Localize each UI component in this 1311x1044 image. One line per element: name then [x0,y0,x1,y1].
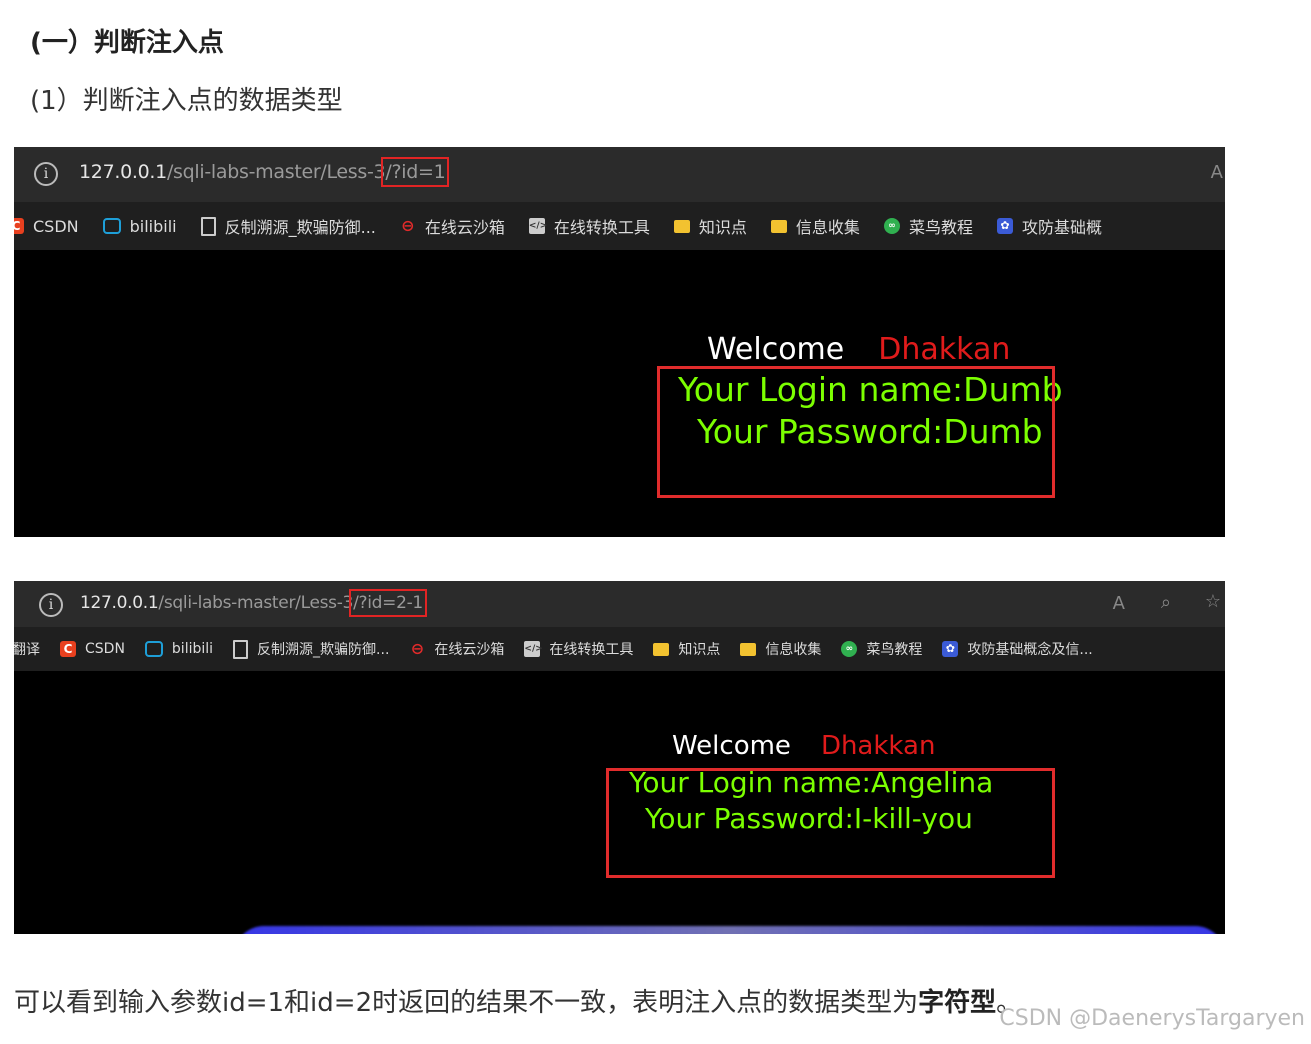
result-highlight-box [606,768,1055,878]
page-content: Welcome Dhakkan Your Login name:Angelina … [14,671,1225,934]
bookmark-label: 攻防基础概念及信... [967,642,1093,658]
bookmark-item[interactable]: C CSDN [60,641,125,657]
url-host: 127.0.0.1 [79,161,167,183]
bookmark-label: 菜鸟教程 [866,642,923,658]
info-icon[interactable]: i [34,162,58,186]
runoob-icon: ∞ [841,641,858,657]
url-query-highlight: /?id=2-1 [349,589,427,617]
bookmark-item[interactable]: bilibili [102,216,177,236]
url-path: /sqli-labs-master/Less-3 [166,161,386,183]
welcome-text: Welcome [707,332,845,367]
url-host: 127.0.0.1 [80,593,159,613]
document-icon [233,639,249,659]
bookmark-item[interactable]: 反制溯源_欺骗防御... [233,639,389,659]
bookmark-item[interactable]: ∞ 菜鸟教程 [841,639,922,659]
bookmark-item[interactable]: 信息收集 [740,639,821,659]
runoob-icon: ∞ [883,218,900,234]
decorative-banner [234,926,1225,934]
code-icon: </> [524,641,543,657]
bookmark-label: 知识点 [698,218,747,237]
user-name: Dhakkan [878,332,1011,367]
bookmark-item[interactable]: ⊖ 在线云沙箱 [400,214,505,238]
url-text[interactable]: 127.0.0.1/sqli-labs-master/Less-3/?id=1 [79,157,450,187]
bookmark-label: 反制溯源_欺骗防御... [257,642,390,658]
page-content: Welcome Dhakkan Your Login name:Dumb Your… [14,250,1225,537]
sandbox-icon: ⊖ [401,216,415,235]
code-icon: </> [528,218,547,234]
paw-icon: ✿ [996,218,1013,234]
paw-icon: ✿ [942,641,959,657]
subsection-heading: (1）判断注入点的数据类型 [30,86,343,116]
bilibili-icon [144,641,163,657]
csdn-icon: C [14,218,24,234]
bookmark-item[interactable]: ✿ 攻防基础概念及信... [942,639,1093,659]
bookmark-label: 攻防基础概 [1021,218,1102,237]
bookmarks-bar: 翻译 C CSDN bilibili 反制溯源_欺骗防御... ⊖ 在线云沙箱 </> 在线转换… [14,627,1225,671]
bookmark-label: 在线云沙箱 [424,218,505,237]
info-icon[interactable]: i [39,593,63,617]
conclusion-paragraph: 可以看到输入参数id=1和id=2时返回的结果不一致，表明注入点的数据类型为字符… [14,982,1022,1019]
bookmark-label: 信息收集 [795,218,860,237]
screenshot-id-2-1: i 127.0.0.1/sqli-labs-master/Less-3/?id=… [14,581,1225,934]
bookmark-item[interactable]: C CSDN [14,217,79,236]
bookmark-item[interactable]: 知识点 [653,639,720,659]
bookmark-item[interactable]: 反制溯源_欺骗防御... [200,214,376,238]
user-name: Dhakkan [820,731,936,761]
bookmark-label: CSDN [85,641,125,657]
bookmark-label: 菜鸟教程 [908,218,973,237]
folder-icon [770,219,787,233]
bookmark-item[interactable]: bilibili [144,641,214,657]
bookmark-label: 信息收集 [765,642,822,658]
bookmark-item[interactable]: </> 在线转换工具 [524,639,633,659]
bilibili-icon [102,218,121,234]
bookmark-item[interactable]: 信息收集 [770,214,860,238]
screenshot-id-1: i 127.0.0.1/sqli-labs-master/Less-3/?id=… [14,147,1225,537]
welcome-text: Welcome [672,731,791,761]
bookmark-item[interactable]: 翻译 [14,639,40,659]
bookmark-item[interactable]: 知识点 [673,214,747,238]
read-aloud-icon[interactable]: A [1113,593,1125,614]
bookmark-label: CSDN [33,216,79,236]
sandbox-icon: ⊖ [410,639,425,658]
welcome-line: Welcome Dhakkan [707,332,1010,367]
bookmark-label: bilibili [171,641,214,657]
bookmark-label: 知识点 [678,642,721,658]
bookmark-label: 在线云沙箱 [434,642,505,658]
bookmark-item[interactable]: </> 在线转换工具 [528,214,650,238]
welcome-line: Welcome Dhakkan [672,731,935,761]
bookmarks-bar: C CSDN bilibili 反制溯源_欺骗防御... ⊖ 在线云沙箱 </> 在线转换工具… [14,202,1225,250]
folder-icon [653,642,670,656]
bookmark-label: 翻译 [14,642,40,658]
section-heading: (一）判断注入点 [30,28,224,58]
watermark: CSDN @DaenerysTargaryen [999,1006,1305,1031]
bookmark-label: bilibili [129,216,177,236]
folder-icon [740,642,757,656]
address-bar[interactable]: i 127.0.0.1/sqli-labs-master/Less-3/?id=… [14,581,1225,627]
read-aloud-icon[interactable]: A [1211,162,1223,183]
conclusion-bold: 字符型 [918,988,997,1018]
bookmark-label: 反制溯源_欺骗防御... [224,218,376,237]
star-icon[interactable]: ☆ [1205,591,1221,612]
bookmark-label: 在线转换工具 [553,218,650,237]
conclusion-text: 可以看到输入参数id=1和id=2时返回的结果不一致，表明注入点的数据类型为 [14,988,919,1018]
bookmark-item[interactable]: ∞ 菜鸟教程 [883,214,973,238]
address-bar[interactable]: i 127.0.0.1/sqli-labs-master/Less-3/?id=… [14,147,1225,202]
document-icon [200,216,216,236]
bookmark-item[interactable]: ⊖ 在线云沙箱 [409,639,505,659]
bookmark-label: 在线转换工具 [549,642,634,658]
url-path: /sqli-labs-master/Less-3 [158,593,354,613]
result-highlight-box [657,366,1055,498]
bookmark-item[interactable]: ✿ 攻防基础概 [996,214,1102,238]
csdn-icon: C [60,641,76,657]
folder-icon [673,219,690,233]
url-query-highlight: /?id=1 [381,157,450,187]
url-text[interactable]: 127.0.0.1/sqli-labs-master/Less-3/?id=2-… [80,589,427,617]
zoom-icon[interactable]: ⌕ [1161,592,1171,613]
